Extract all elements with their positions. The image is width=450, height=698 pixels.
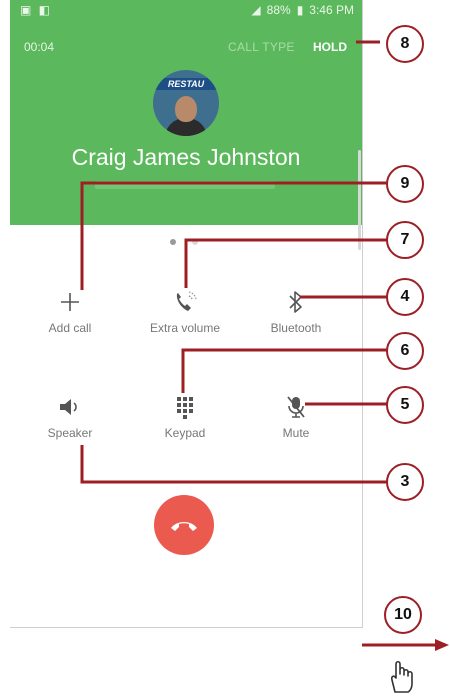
callout-5: 5: [386, 386, 424, 424]
callout-10: 10: [384, 596, 422, 634]
line-6: [181, 348, 388, 393]
callout-4: 4: [386, 278, 424, 316]
swipe-hand-icon: [391, 660, 413, 693]
line-7: [184, 238, 388, 288]
arrow-10-head: [435, 639, 449, 651]
callout-8: 8: [386, 25, 424, 63]
line-9: [80, 181, 388, 290]
callout-9: 9: [386, 165, 424, 203]
callout-3: 3: [386, 463, 424, 501]
callout-lines: [80, 40, 449, 651]
callout-7: 7: [386, 221, 424, 259]
callout-6: 6: [386, 332, 424, 370]
line-3: [80, 445, 388, 484]
